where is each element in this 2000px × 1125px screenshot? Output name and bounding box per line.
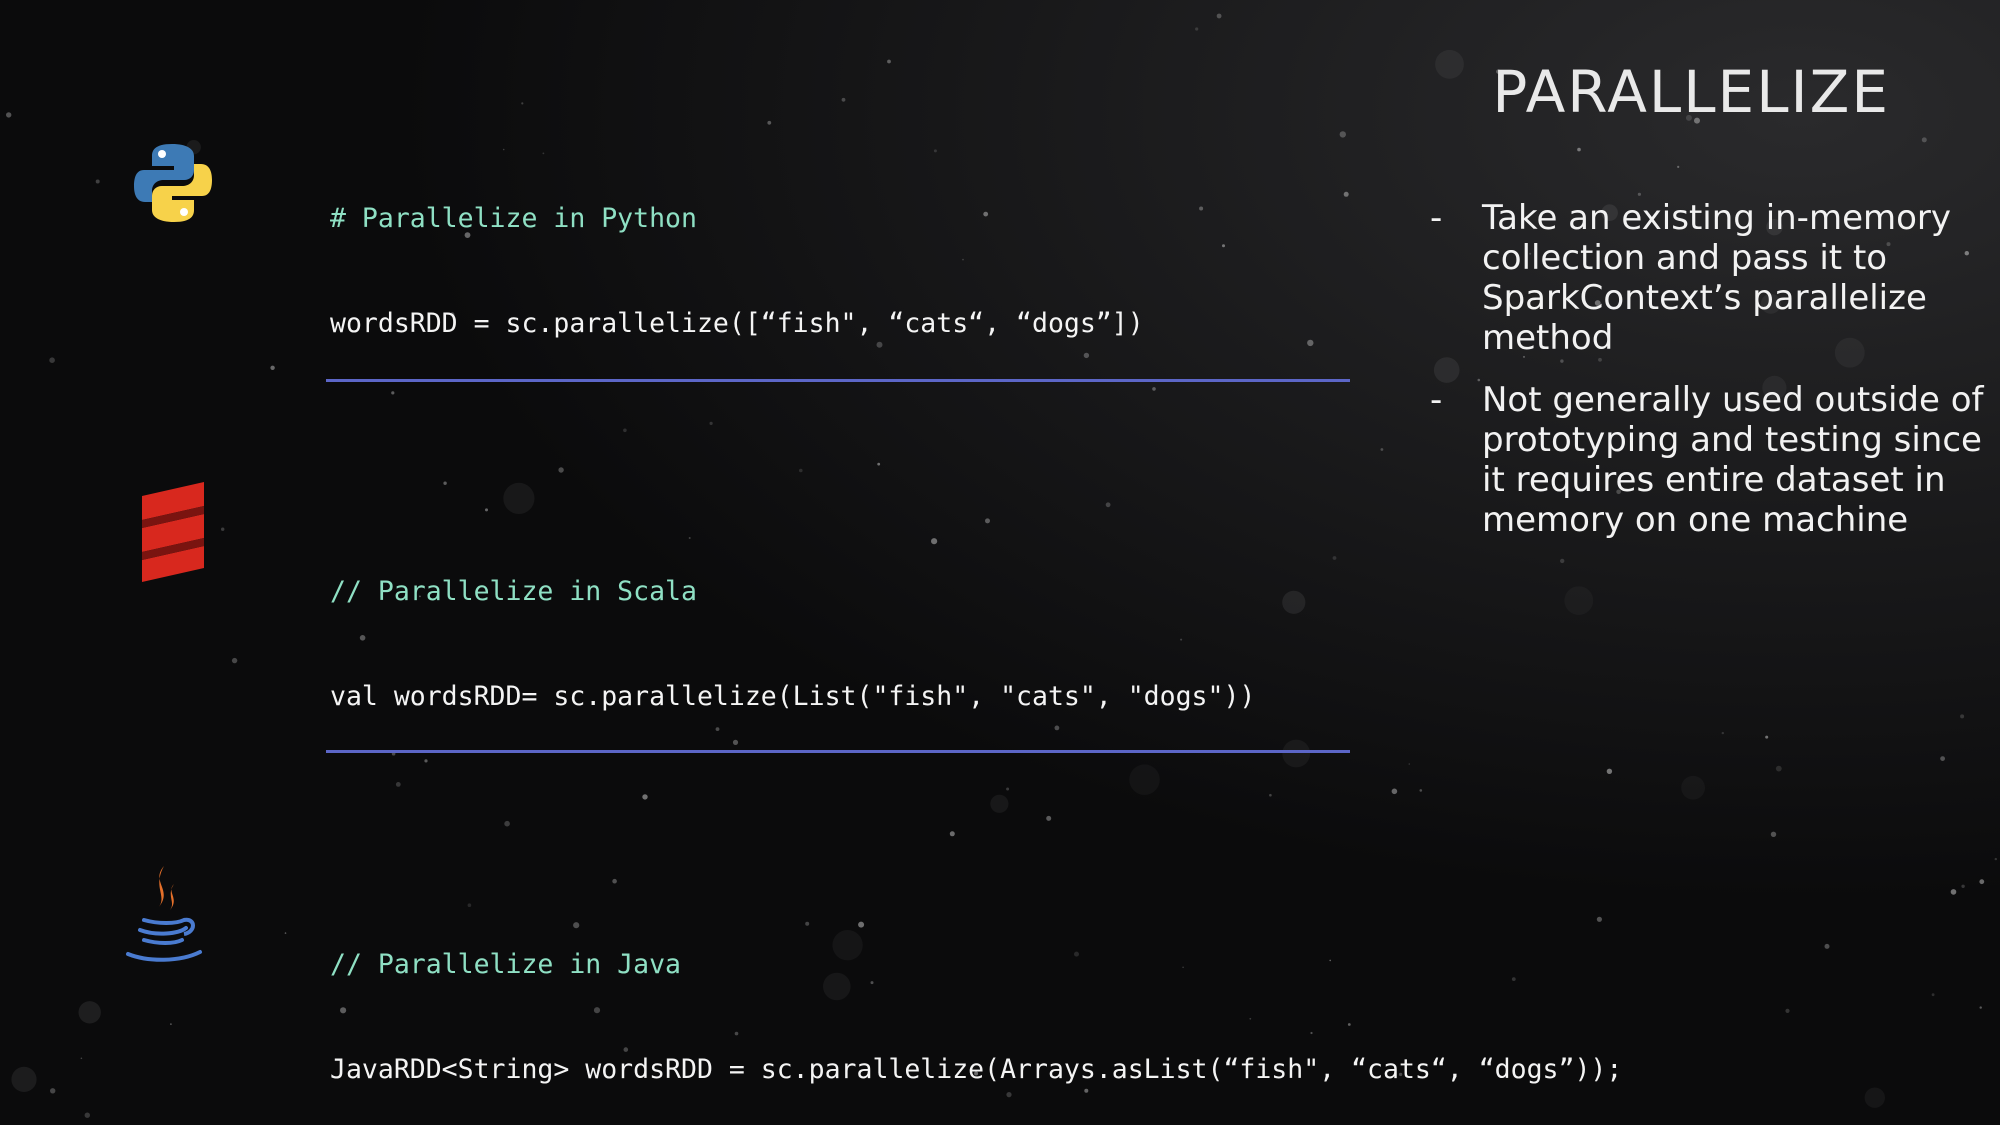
- scala-comment: // Parallelize in Scala: [330, 576, 697, 607]
- background-particle: [558, 467, 564, 473]
- background-particle: [1864, 1087, 1886, 1108]
- background-particle: [50, 1088, 56, 1094]
- background-particle: [767, 120, 772, 125]
- background-particle: [1940, 756, 1945, 761]
- bullet-item: - Take an existing in-memory collection …: [1430, 198, 1990, 358]
- java-comment: // Parallelize in Java: [330, 949, 681, 980]
- background-particle: [990, 794, 1009, 813]
- background-particle: [49, 357, 55, 364]
- scala-code: val wordsRDD= sc.parallelize(List("fish"…: [330, 681, 1256, 712]
- background-particle: [1046, 815, 1052, 821]
- background-particle: [623, 428, 627, 433]
- bullet-list: - Take an existing in-memory collection …: [1430, 198, 1990, 562]
- background-particle: [424, 759, 428, 763]
- background-particle: [1637, 192, 1641, 196]
- background-particle: [1006, 787, 1010, 791]
- background-particle: [1979, 879, 1985, 885]
- background-particle: [6, 112, 12, 118]
- python-logo-icon: [134, 144, 212, 222]
- background-particle: [443, 481, 447, 485]
- background-particle: [284, 932, 287, 934]
- background-particle: [1960, 714, 1965, 719]
- background-particle: [1216, 13, 1222, 19]
- background-particle: [1921, 137, 1927, 143]
- python-code-block: # Parallelize in Python wordsRDD = sc.pa…: [330, 131, 1144, 376]
- bullet-dash: -: [1430, 380, 1443, 420]
- background-particle: [1391, 788, 1398, 795]
- background-particle: [80, 1057, 83, 1060]
- background-particle: [1282, 739, 1311, 768]
- background-particle: [949, 831, 955, 837]
- background-particle: [1765, 735, 1769, 739]
- divider-1: [326, 379, 1350, 382]
- background-particle: [1282, 590, 1306, 614]
- background-particle: [521, 102, 524, 105]
- scala-logo-icon: [142, 482, 204, 582]
- bullet-item: - Not generally used outside of prototyp…: [1430, 380, 1990, 540]
- python-comment: # Parallelize in Python: [330, 203, 697, 234]
- background-particle: [1419, 789, 1423, 792]
- background-particle: [1332, 556, 1337, 560]
- bullet-dash: -: [1430, 198, 1443, 238]
- background-particle: [709, 421, 713, 425]
- java-code-block: // Parallelize in Java JavaRDD<String> w…: [330, 877, 1622, 1122]
- divider-2: [326, 750, 1350, 753]
- background-particle: [1152, 387, 1156, 391]
- background-particle: [1339, 131, 1347, 138]
- background-particle: [1950, 889, 1957, 895]
- python-code: wordsRDD = sc.parallelize([“fish", “cats…: [330, 308, 1144, 339]
- background-particle: [1380, 448, 1384, 451]
- background-particle: [1343, 191, 1349, 197]
- background-particle: [1979, 1006, 1982, 1009]
- background-particle: [1564, 586, 1593, 615]
- background-particle: [1677, 165, 1680, 168]
- background-particle: [231, 657, 238, 664]
- background-particle: [1785, 1008, 1790, 1014]
- java-logo-icon: [126, 866, 202, 962]
- background-particle: [395, 782, 401, 787]
- background-particle: [841, 97, 846, 102]
- background-particle: [1129, 764, 1160, 795]
- background-particle: [1931, 993, 1935, 997]
- background-particle: [887, 59, 891, 64]
- background-particle: [642, 794, 648, 800]
- background-particle: [1222, 244, 1225, 248]
- background-particle: [1408, 763, 1411, 765]
- background-particle: [270, 365, 275, 370]
- background-particle: [221, 527, 225, 531]
- background-particle: [504, 820, 510, 827]
- bullet-text: Take an existing in-memory collection an…: [1482, 198, 1952, 358]
- background-particle: [1775, 765, 1782, 772]
- background-particle: [799, 468, 803, 473]
- background-particle: [391, 391, 395, 395]
- background-particle: [877, 462, 881, 466]
- background-particle: [11, 1066, 37, 1092]
- background-particle: [170, 1023, 172, 1025]
- background-particle: [1721, 731, 1725, 735]
- background-particle: [78, 1001, 101, 1024]
- background-particle: [1195, 27, 1199, 31]
- background-particle: [1606, 768, 1613, 774]
- background-particle: [1199, 206, 1204, 211]
- background-particle: [1435, 49, 1464, 79]
- background-particle: [1994, 857, 1998, 861]
- java-code: JavaRDD<String> wordsRDD = sc.paralleliz…: [330, 1054, 1623, 1085]
- background-particle: [1577, 147, 1581, 152]
- scala-code-block: // Parallelize in Scala val wordsRDD= sc…: [330, 504, 1255, 749]
- bullet-text: Not generally used outside of prototypin…: [1482, 380, 1984, 540]
- background-particle: [1307, 339, 1314, 347]
- background-particle: [1961, 884, 1965, 888]
- background-particle: [95, 179, 100, 184]
- background-particle: [84, 1112, 91, 1118]
- background-particle: [1681, 776, 1705, 800]
- background-particle: [1824, 943, 1830, 949]
- background-particle: [1269, 793, 1272, 797]
- background-particle: [1770, 831, 1777, 837]
- slide-title: PARALLELIZE: [1492, 58, 1890, 126]
